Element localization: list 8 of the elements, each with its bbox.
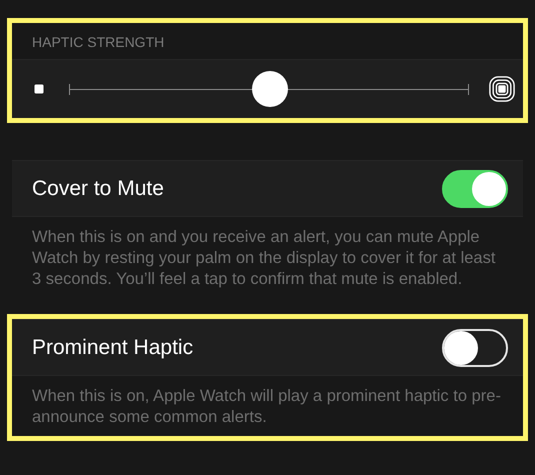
setting-label: Cover to Mute xyxy=(32,176,164,200)
toggle-switch[interactable] xyxy=(442,170,508,208)
setting-description: When this is on, Apple Watch will play a prominent haptic to pre-announce some common alerts. xyxy=(31,386,502,428)
setting-description: When this is on and you receive an alert, you can mute Apple Watch by resting your palm on the display to cover it for at least 3 seconds. You’ll feel a tap to confirm that mute is enabled. xyxy=(31,227,496,290)
strong-haptic-icon xyxy=(489,76,515,102)
setting-label: Prominent Haptic xyxy=(32,336,194,360)
slider-thumb[interactable] xyxy=(252,71,288,107)
weak-haptic-icon xyxy=(34,84,44,94)
